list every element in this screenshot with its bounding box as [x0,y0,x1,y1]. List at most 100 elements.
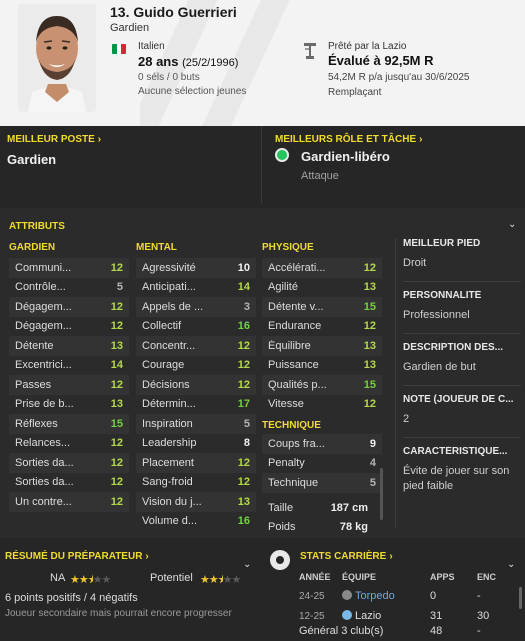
attribute-row[interactable]: Anticipati... 14 [136,278,256,298]
attribute-value: 12 [237,339,250,352]
attribute-row[interactable]: Prise de b... 13 [9,395,129,415]
physical-attributes: Accélérati... 12 Agilité 13 Détente v... 15 En… [262,258,382,414]
attribute-name: Réflexes [15,417,58,430]
age: 28 ans (25/2/1996) [138,54,239,69]
career-team-link[interactable]: Torpedo [342,590,395,602]
attribute-row[interactable]: Sorties da... 12 [9,473,129,493]
attribute-row[interactable]: Puissance 13 [262,356,382,376]
side-divider [395,238,396,528]
attribute-row[interactable]: Agilité 13 [262,278,382,298]
best-role-title[interactable]: Meilleurs rôle et tâche › [275,134,422,145]
attribute-value: 9 [369,437,376,450]
attribute-row[interactable]: Détermin... 17 [136,395,256,415]
attribute-row[interactable]: Coups fra... 9 [262,434,382,454]
attribute-row[interactable]: Détente v... 15 [262,297,382,317]
attribute-value: 13 [110,398,123,411]
attribute-row[interactable]: Appels de ... 3 [136,297,256,317]
attribute-value: 12 [237,476,250,489]
best-foot: Meilleur pied Droit [403,238,481,269]
career-goals: 30 [477,610,490,622]
career-season: 12-25 [299,611,325,622]
technical-scrollbar[interactable] [380,468,383,520]
attribute-name: Appels de ... [142,300,204,313]
best-position-value: Gardien [7,152,57,167]
attribute-value: 13 [363,339,376,352]
attribute-row[interactable]: Contrôle... 5 [9,278,129,298]
chevron-down-icon[interactable]: ⌄ [507,559,517,570]
attribute-row[interactable]: Sorties da... 12 [9,453,129,473]
attribute-name: Collectif [142,320,182,333]
player-info-sidebar: Meilleur pied Droit Personnalité Profess… [403,238,521,504]
attribute-value: 15 [110,417,123,430]
career-team-link[interactable]: Lazio [342,610,381,622]
attribute-row[interactable]: Sang-froid 12 [136,473,256,493]
attribute-row[interactable]: Passes 12 [9,375,129,395]
attribute-name: Communi... [15,261,72,274]
attribute-row[interactable]: Détente 13 [9,336,129,356]
attribute-value: 12 [110,495,123,508]
best-position-title[interactable]: Meilleur poste › [7,134,101,145]
attribute-row[interactable]: Dégagem... 12 [9,297,129,317]
col-team: Équipe [342,572,377,582]
attribute-row[interactable]: Volume d... 16 [136,512,256,532]
attribute-row[interactable]: Inspiration 5 [136,414,256,434]
best-position-panel: Meilleur poste › Gardien [0,126,262,204]
attribute-row[interactable]: Penalty 4 [262,454,382,474]
chevron-right-icon: › [389,551,393,562]
attribute-row[interactable]: Équilibre 13 [262,336,382,356]
chevron-down-icon[interactable]: ⌄ [243,559,253,570]
coach-report-title[interactable]: Résumé du préparateur › [5,551,149,562]
attribute-row[interactable]: Leadership 8 [136,434,256,454]
attribute-name: Détente v... [268,300,324,313]
attribute-value: 14 [237,281,250,294]
col-apps: Apps [430,572,455,582]
attribute-value: 13 [363,359,376,372]
attribute-row[interactable]: Excentrici... 14 [9,356,129,376]
attribute-row[interactable]: Relances... 12 [9,434,129,454]
col-goals-conceded: Enc [477,572,497,582]
attribute-row[interactable]: Collectif 16 [136,317,256,337]
career-total-goals: - [477,625,481,637]
attribute-row[interactable]: Endurance 12 [262,317,382,337]
attribute-row[interactable]: Vitesse 12 [262,395,382,415]
attribute-row[interactable]: Concentr... 12 [136,336,256,356]
attribute-row[interactable]: Courage 12 [136,356,256,376]
weight-row: Poids 78 kg [268,520,368,533]
attribute-row[interactable]: Dégagem... 12 [9,317,129,337]
attribute-name: Équilibre [268,339,311,352]
career-stats-title[interactable]: Stats carrière › [300,551,393,562]
coach-report-panel: Résumé du préparateur › ⌄ NA ★★⯨★★ Potent… [0,542,262,641]
attribute-value: 17 [237,398,250,411]
wage-contract: 54,2M R p/a jusqu'au 30/6/2025 [328,72,470,83]
chevron-down-icon[interactable]: ⌄ [508,219,518,230]
height-row: Taille 187 cm [268,501,368,514]
attribute-name: Excentrici... [15,359,72,372]
attribute-value: 12 [110,378,123,391]
attribute-value: 14 [110,359,123,372]
attribute-name: Sorties da... [15,476,74,489]
career-scrollbar[interactable] [519,587,522,609]
attribute-row[interactable]: Agressivité 10 [136,258,256,278]
attribute-row[interactable]: Technique 5 [262,473,382,493]
attribute-row[interactable]: Décisions 12 [136,375,256,395]
career-season: 24-25 [299,591,325,602]
attribute-row[interactable]: Un contre... 12 [9,492,129,512]
attribute-row[interactable]: Qualités p... 15 [262,375,382,395]
attribute-value: 12 [363,398,376,411]
attribute-row[interactable]: Communi... 12 [9,258,129,278]
attribute-row[interactable]: Réflexes 15 [9,414,129,434]
career-total-apps: 48 [430,625,443,637]
attribute-value: 13 [110,339,123,352]
squad-status: Remplaçant [328,87,382,98]
attribute-value: 12 [237,378,250,391]
attribute-name: Prise de b... [15,398,74,411]
attribute-name: Coups fra... [268,437,325,450]
potential-stars: ★★⯨★★ [200,574,241,586]
media-description: Description des... Gardien de but [403,342,504,373]
coach-summary: 6 points positifs / 4 négatifs [5,592,138,604]
attribute-value: 10 [237,261,250,274]
attribute-row[interactable]: Vision du j... 13 [136,492,256,512]
attribute-row[interactable]: Placement 12 [136,453,256,473]
attribute-row[interactable]: Accélérati... 12 [262,258,382,278]
attribute-name: Concentr... [142,339,196,352]
